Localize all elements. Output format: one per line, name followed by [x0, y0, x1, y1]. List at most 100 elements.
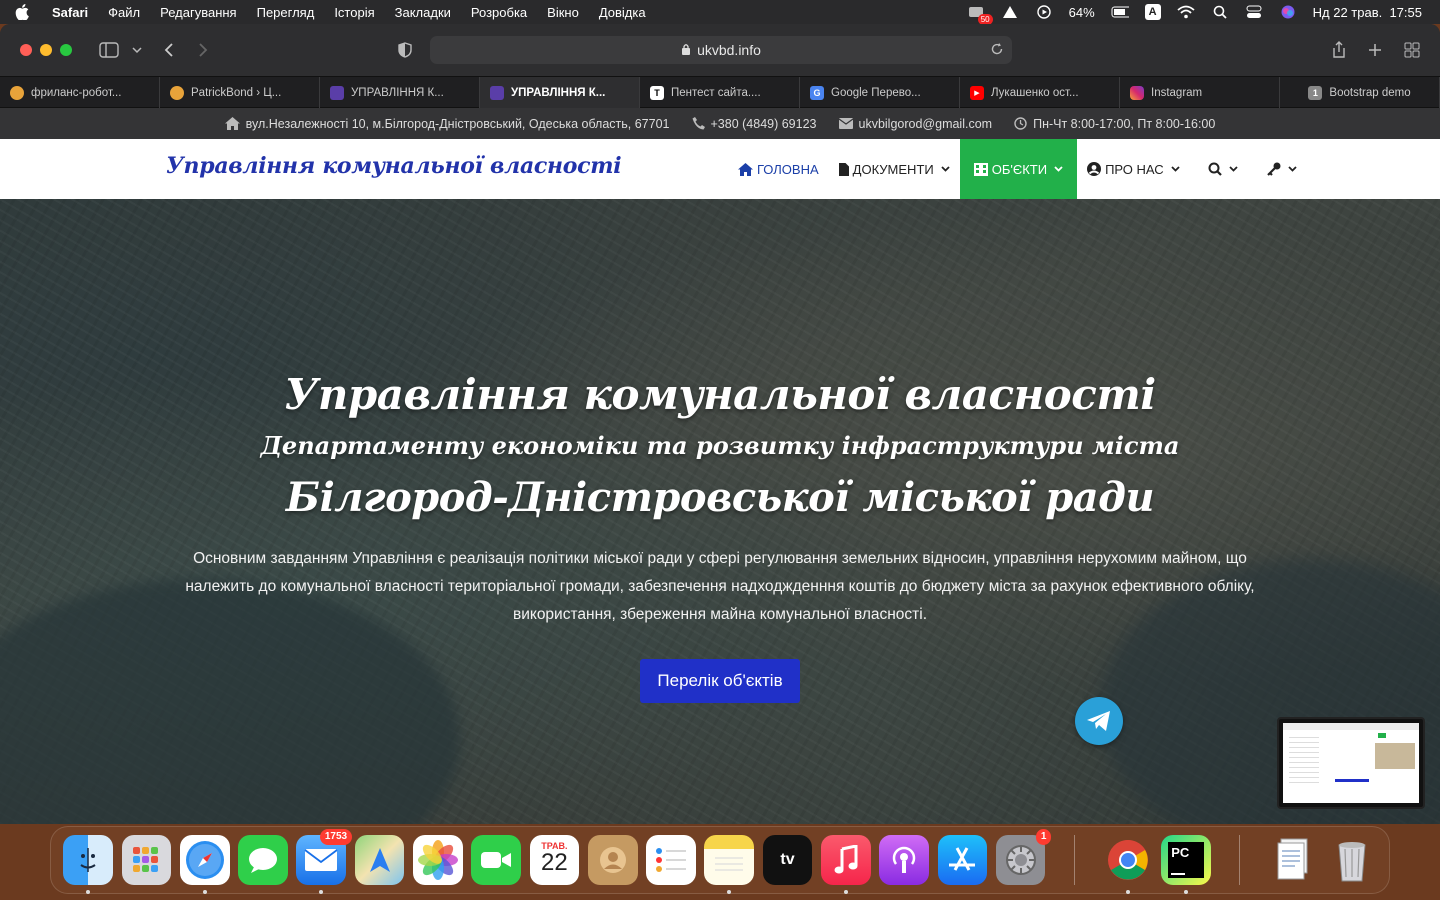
menubar-status-area: 50 64% A Нд 22 трав. 17:55 — [967, 0, 1422, 25]
menu-window[interactable]: Вікно — [547, 5, 579, 20]
control-center-icon[interactable] — [1245, 5, 1263, 19]
photos-icon[interactable] — [412, 835, 463, 885]
tab-patrickbond[interactable]: PatrickBond › Ц... — [160, 77, 320, 108]
nav-documents[interactable]: ДОКУМЕНТИ — [829, 139, 960, 199]
tab-favicon-icon — [330, 85, 344, 100]
finder-icon[interactable] — [63, 835, 113, 894]
maps-icon[interactable] — [354, 835, 405, 885]
telegram-button[interactable] — [1075, 697, 1123, 745]
tab-favicon-icon: T — [650, 85, 664, 100]
calendar-day: 22 — [541, 849, 568, 876]
web-page: вул.Незалежності 10, м.Білгород-Дністров… — [0, 108, 1440, 824]
reload-icon[interactable] — [990, 42, 1004, 59]
hours-text: Пн-Чт 8:00-17:00, Пт 8:00-16:00 — [1033, 116, 1216, 131]
close-window-button[interactable] — [20, 44, 32, 56]
facetime-icon[interactable] — [471, 835, 521, 885]
nav-login[interactable] — [1256, 139, 1307, 199]
site-brand-logo[interactable]: Управління комунальної власності — [166, 153, 622, 179]
chevron-down-icon — [1229, 166, 1238, 172]
menu-history[interactable]: Історія — [334, 5, 374, 20]
menubar-clock[interactable]: Нд 22 трав. 17:55 — [1313, 5, 1422, 20]
browser-toolbar: ukvbd.info — [0, 24, 1440, 76]
new-tab-icon[interactable] — [1362, 38, 1388, 62]
tab-google-translate[interactable]: G Google Перево... — [800, 77, 960, 108]
main-nav: ГОЛОВНА ДОКУМЕНТИ ОБ'ЄКТИ ПРО НАС — [728, 139, 1307, 199]
address-info: вул.Незалежності 10, м.Білгород-Дністров… — [224, 117, 670, 131]
input-source-icon[interactable]: A — [1144, 4, 1161, 20]
phone-text: +380 (4849) 69123 — [710, 116, 817, 131]
music-icon[interactable] — [820, 835, 871, 894]
nav-home[interactable]: ГОЛОВНА — [728, 139, 829, 199]
menu-develop[interactable]: Розробка — [471, 5, 527, 20]
tab-title: УПРАВЛІННЯ К... — [511, 86, 606, 99]
back-button[interactable] — [156, 38, 182, 62]
menu-app-name[interactable]: Safari — [52, 5, 88, 20]
hero-city-title: Білгород-Дністровської міської ради — [285, 474, 1155, 521]
calendar-icon[interactable]: ТРАВ. 22 — [529, 835, 580, 885]
share-icon[interactable] — [1326, 38, 1352, 62]
warning-icon[interactable] — [1001, 5, 1019, 19]
tab-freelance[interactable]: фриланс-робот... — [0, 77, 160, 108]
menu-file[interactable]: Файл — [108, 5, 140, 20]
building-icon — [973, 162, 988, 176]
nav-objects[interactable]: ОБ'ЄКТИ — [959, 139, 1078, 199]
spotlight-search-icon[interactable] — [1211, 5, 1229, 19]
email-info[interactable]: ukvbilgorod@gmail.com — [838, 117, 992, 131]
battery-icon[interactable] — [1111, 5, 1129, 19]
safari-icon[interactable] — [179, 835, 230, 894]
menu-edit[interactable]: Редагування — [160, 5, 237, 20]
mail-icon[interactable]: 1753 — [296, 829, 353, 894]
address-bar[interactable]: ukvbd.info — [430, 36, 1012, 64]
nav-search[interactable] — [1190, 139, 1256, 199]
tab-youtube[interactable]: ▶ Лукашенко ост... — [960, 77, 1120, 108]
hero-description: Основним завданням Управління є реалізац… — [185, 550, 1255, 623]
tab-overview-icon[interactable] — [1399, 38, 1425, 62]
apple-tv-icon[interactable]: tv — [762, 835, 813, 885]
podcasts-icon[interactable] — [879, 835, 929, 885]
sidebar-toggle-icon[interactable] — [96, 38, 122, 62]
privacy-shield-icon[interactable] — [392, 38, 418, 62]
window-controls — [20, 44, 72, 56]
forward-button[interactable] — [190, 38, 216, 62]
screenshot-thumbnail[interactable] — [1277, 717, 1425, 809]
mail-unread-badge: 1753 — [319, 829, 353, 845]
chrome-icon[interactable] — [1103, 835, 1153, 894]
objects-list-button[interactable]: Перелік об'єктів — [640, 659, 800, 703]
home-icon — [738, 162, 753, 176]
tab-title: Лукашенко ост... — [991, 86, 1079, 99]
tab-upravlinnia-active[interactable]: УПРАВЛІННЯ К... — [480, 77, 640, 108]
tab-upravlinnia-1[interactable]: УПРАВЛІННЯ К... — [320, 77, 480, 108]
chevron-down-icon[interactable] — [124, 38, 150, 62]
minimize-window-button[interactable] — [40, 44, 52, 56]
tab-pentest[interactable]: T Пентест сайта.... — [640, 77, 800, 108]
tab-bootstrap-demo[interactable]: 1 Bootstrap demo — [1280, 77, 1440, 108]
macos-menubar: Safari Файл Редагування Перегляд Історія… — [0, 0, 1440, 25]
tab-instagram[interactable]: Instagram — [1120, 77, 1280, 108]
tab-favicon-icon: 1 — [1308, 85, 1323, 100]
phone-info[interactable]: +380 (4849) 69123 — [692, 117, 817, 131]
app-status-icon[interactable]: 50 — [967, 5, 993, 25]
system-settings-icon[interactable]: 1 — [995, 829, 1052, 885]
menu-bookmarks[interactable]: Закладки — [395, 5, 451, 20]
menu-view[interactable]: Перегляд — [257, 5, 315, 20]
documents-stack-icon[interactable] — [1269, 835, 1319, 885]
search-icon — [1208, 162, 1222, 176]
contacts-icon[interactable] — [587, 835, 638, 885]
fullscreen-window-button[interactable] — [60, 44, 72, 56]
reminders-icon[interactable] — [646, 835, 696, 885]
notes-icon[interactable] — [704, 835, 755, 894]
nav-about[interactable]: ПРО НАС — [1077, 139, 1190, 199]
wifi-icon[interactable] — [1177, 5, 1195, 19]
pycharm-icon[interactable]: PC — [1161, 835, 1212, 894]
document-icon — [838, 162, 849, 176]
messages-icon[interactable] — [238, 835, 288, 885]
chevron-down-icon — [1171, 166, 1180, 172]
apple-menu-icon[interactable] — [14, 4, 30, 20]
play-circle-icon[interactable] — [1035, 5, 1053, 19]
siri-icon[interactable] — [1279, 5, 1297, 19]
launchpad-icon[interactable] — [121, 835, 172, 885]
contact-info-bar: вул.Незалежності 10, м.Білгород-Дністров… — [0, 108, 1440, 139]
app-store-icon[interactable] — [937, 835, 988, 885]
menu-help[interactable]: Довідка — [599, 5, 646, 20]
trash-icon[interactable] — [1327, 835, 1377, 885]
